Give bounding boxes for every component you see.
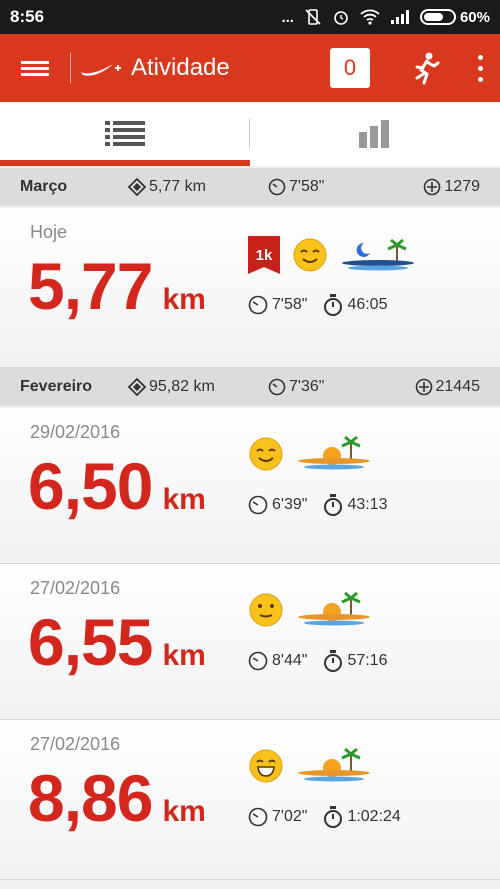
month-pace: 7'58" bbox=[268, 178, 408, 196]
stopwatch-icon bbox=[324, 650, 343, 672]
month-pace: 7'36" bbox=[268, 378, 408, 396]
distance-icon bbox=[128, 378, 146, 396]
battery-indicator: 60% bbox=[419, 8, 490, 26]
fuel-icon bbox=[415, 378, 432, 396]
view-tabs bbox=[0, 102, 500, 166]
run-duration: 1:02:24 bbox=[323, 806, 401, 828]
run-pace: 8'44" bbox=[248, 651, 307, 671]
run-date: 29/02/2016 bbox=[30, 422, 121, 442]
pace-gauge-icon bbox=[248, 651, 268, 671]
nike-plus-logo-icon bbox=[71, 34, 131, 102]
sunny-beach-icon bbox=[298, 748, 370, 782]
pace-gauge-icon bbox=[268, 378, 286, 396]
overflow-menu-icon[interactable] bbox=[460, 34, 500, 102]
run-card[interactable]: Hoje 5,77 km 1k 7'58" 46:05 bbox=[0, 208, 500, 368]
run-distance: 6,50 km bbox=[28, 449, 206, 523]
battery-icon bbox=[419, 9, 456, 25]
run-pace: 6'39" bbox=[248, 495, 307, 515]
stopwatch-icon bbox=[324, 806, 343, 828]
run-card[interactable]: 27/02/2016 8,86 km 7'02" 1:02:24 bbox=[0, 720, 500, 880]
month-header: Março 5,77 km 7'58" 1279 bbox=[0, 168, 500, 206]
run-duration: 43:13 bbox=[323, 494, 387, 516]
wifi-icon bbox=[360, 9, 380, 25]
status-dots: ... bbox=[281, 8, 294, 26]
content-face-icon bbox=[293, 238, 327, 272]
start-run-icon[interactable] bbox=[400, 34, 450, 102]
month-distance: 95,82 km bbox=[128, 378, 268, 396]
distance-icon bbox=[128, 178, 146, 196]
battery-percent: 60% bbox=[459, 8, 490, 26]
run-card[interactable]: 29/02/2016 6,50 km 6'39" 43:13 bbox=[0, 408, 500, 564]
month-distance: 5,77 km bbox=[128, 178, 268, 196]
neutral-face-icon bbox=[249, 593, 283, 627]
app-title: Atividade bbox=[131, 54, 230, 81]
signal-icon bbox=[390, 10, 409, 24]
sunny-beach-icon bbox=[298, 592, 370, 626]
run-distance: 5,77 km bbox=[28, 249, 206, 323]
run-pace: 7'02" bbox=[248, 807, 307, 827]
run-distance: 8,86 km bbox=[28, 761, 206, 835]
run-duration: 46:05 bbox=[323, 294, 387, 316]
run-card[interactable]: 27/02/2016 6,55 km 8'44" 57:16 bbox=[0, 564, 500, 720]
status-time: 8:56 bbox=[10, 7, 45, 26]
content-face-icon bbox=[249, 437, 283, 471]
run-date: 27/02/2016 bbox=[30, 578, 121, 598]
run-date: Hoje bbox=[30, 222, 68, 242]
month-fuel: 1279 bbox=[423, 178, 500, 196]
month-name: Março bbox=[20, 178, 68, 195]
stopwatch-icon bbox=[324, 494, 343, 516]
pace-gauge-icon bbox=[248, 295, 268, 315]
month-fuel: 21445 bbox=[415, 378, 500, 396]
pace-gauge-icon bbox=[268, 178, 286, 196]
pace-gauge-icon bbox=[248, 495, 268, 515]
vibrate-off-icon bbox=[305, 9, 321, 25]
night-beach-icon bbox=[342, 238, 414, 271]
happy-face-icon bbox=[249, 749, 283, 783]
tab-list[interactable] bbox=[0, 102, 250, 166]
milestone-badge-icon: 1k bbox=[248, 236, 280, 274]
fuel-icon bbox=[424, 178, 441, 196]
hamburger-menu-icon[interactable] bbox=[0, 34, 70, 102]
sunny-beach-icon bbox=[298, 436, 370, 470]
pace-gauge-icon bbox=[248, 807, 268, 827]
run-duration: 57:16 bbox=[323, 650, 387, 672]
status-bar: 8:56 ... 60% bbox=[0, 0, 500, 34]
list-icon bbox=[105, 121, 145, 146]
bar-chart-icon bbox=[359, 120, 389, 148]
month-header: Fevereiro 95,82 km 7'36" 21445 bbox=[0, 368, 500, 406]
run-pace: 7'58" bbox=[248, 295, 307, 315]
notification-count-badge[interactable]: 0 bbox=[330, 48, 370, 88]
tab-chart[interactable] bbox=[250, 102, 500, 166]
month-name: Fevereiro bbox=[20, 378, 93, 395]
app-bar: Atividade 0 bbox=[0, 34, 500, 102]
alarm-icon bbox=[334, 11, 348, 25]
stopwatch-icon bbox=[324, 294, 343, 316]
run-date: 27/02/2016 bbox=[30, 734, 121, 754]
run-distance: 6,55 km bbox=[28, 605, 206, 679]
